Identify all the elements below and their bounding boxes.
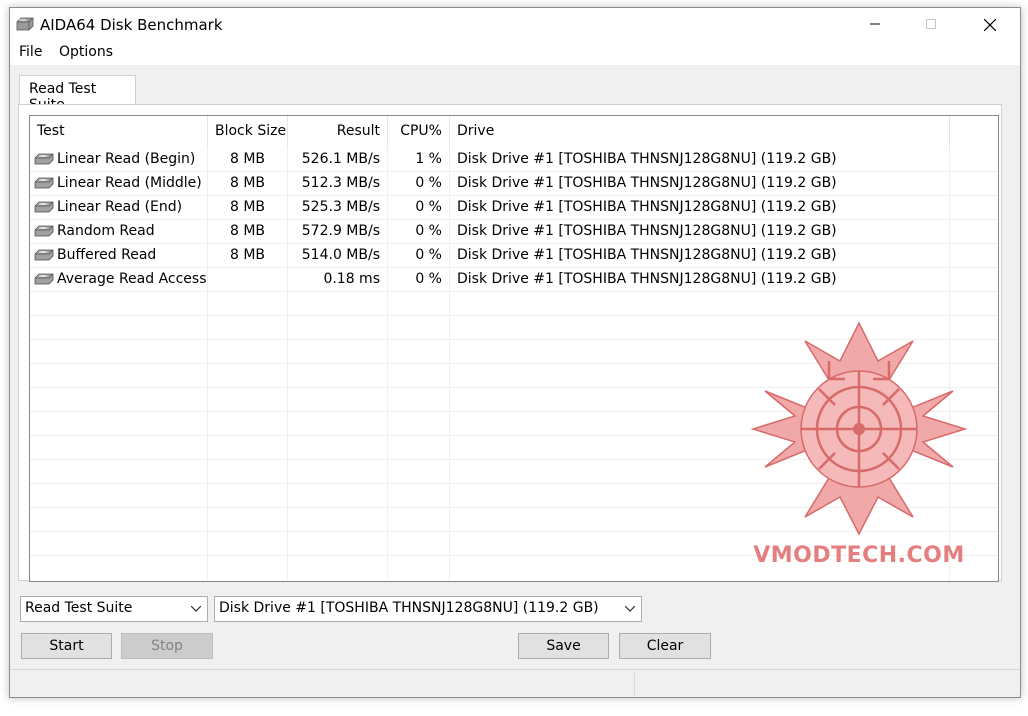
row-gridline [30, 555, 998, 556]
row-gridline [30, 315, 998, 316]
window-title: AIDA64 Disk Benchmark [40, 16, 223, 34]
row-gridline [30, 387, 998, 388]
maximize-button[interactable] [908, 8, 954, 41]
cpu-cell: 0 % [415, 271, 442, 287]
column-header-cpu[interactable]: CPU% [388, 116, 449, 147]
menu-bar: File Options [10, 41, 1020, 65]
close-icon [984, 19, 996, 31]
test-cell: Linear Read (Middle) [30, 171, 207, 195]
test-cell: Linear Read (Begin) [30, 147, 207, 171]
cpu-cell: 0 % [415, 199, 442, 215]
hard-disk-icon [34, 273, 54, 285]
test-cell: Average Read Access [30, 267, 207, 291]
results-list[interactable]: Test Block Size Result CPU% Drive Linear… [29, 115, 999, 582]
block-size-cell: 8 MB [229, 223, 266, 239]
block-size-cell: 8 MB [229, 175, 266, 191]
row-gridline [30, 411, 998, 412]
save-button[interactable]: Save [518, 633, 609, 659]
column-gridline [949, 116, 950, 581]
minimize-icon [870, 23, 880, 25]
block-size-cell: 8 MB [229, 247, 266, 263]
drive-cell: Disk Drive #1 [TOSHIBA THNSNJ128G8NU] (1… [457, 151, 837, 167]
row-gridline [30, 459, 998, 460]
status-bar [10, 669, 1020, 697]
drive-select[interactable]: Disk Drive #1 [TOSHIBA THNSNJ128G8NU] (1… [214, 596, 642, 622]
result-cell: 572.9 MB/s [301, 223, 380, 239]
cpu-cell: 0 % [415, 223, 442, 239]
result-cell: 526.1 MB/s [301, 151, 380, 167]
close-button[interactable] [966, 8, 1012, 41]
drive-cell: Disk Drive #1 [TOSHIBA THNSNJ128G8NU] (1… [457, 271, 837, 287]
test-suite-select[interactable]: Read Test Suite [20, 596, 208, 622]
test-cell: Linear Read (End) [30, 195, 207, 219]
row-gridline [30, 531, 998, 532]
stop-button[interactable]: Stop [121, 633, 213, 659]
test-suite-select-value: Read Test Suite [25, 600, 133, 616]
minimize-button[interactable] [852, 8, 898, 41]
drive-cell: Disk Drive #1 [TOSHIBA THNSNJ128G8NU] (1… [457, 175, 837, 191]
hard-disk-icon [34, 201, 54, 213]
cpu-cell: 0 % [415, 175, 442, 191]
row-gridline [30, 291, 998, 292]
test-cell: Random Read [30, 219, 207, 243]
hard-disk-icon [16, 17, 34, 31]
block-size-cell: 8 MB [229, 151, 266, 167]
result-cell: 0.18 ms [323, 271, 380, 287]
clear-button[interactable]: Clear [619, 633, 711, 659]
row-gridline [30, 507, 998, 508]
drive-cell: Disk Drive #1 [TOSHIBA THNSNJ128G8NU] (1… [457, 223, 837, 239]
menu-file[interactable]: File [19, 44, 42, 60]
cpu-cell: 1 % [415, 151, 442, 167]
results-panel: Test Block Size Result CPU% Drive Linear… [18, 104, 1002, 582]
chevron-down-icon [191, 606, 201, 612]
start-button[interactable]: Start [21, 633, 112, 659]
block-size-cell: 8 MB [229, 199, 266, 215]
drive-select-value: Disk Drive #1 [TOSHIBA THNSNJ128G8NU] (1… [219, 600, 599, 616]
cpu-cell: 0 % [415, 247, 442, 263]
drive-cell: Disk Drive #1 [TOSHIBA THNSNJ128G8NU] (1… [457, 247, 837, 263]
row-gridline [30, 435, 998, 436]
tab-read-test-suite[interactable]: Read Test Suite [19, 75, 136, 113]
result-cell: 514.0 MB/s [301, 247, 380, 263]
drive-cell: Disk Drive #1 [TOSHIBA THNSNJ128G8NU] (1… [457, 199, 837, 215]
column-header-test[interactable]: Test [30, 116, 207, 147]
row-gridline [30, 363, 998, 364]
title-bar[interactable]: AIDA64 Disk Benchmark [10, 8, 1020, 41]
menu-options[interactable]: Options [59, 44, 113, 60]
benchmark-window: AIDA64 Disk Benchmark File Options Read … [9, 7, 1021, 698]
column-header-block-size[interactable]: Block Size [208, 116, 287, 147]
status-separator [634, 672, 635, 696]
block-size-cell [208, 267, 287, 291]
test-cell: Buffered Read [30, 243, 207, 267]
row-gridline [30, 339, 998, 340]
list-header: Test Block Size Result CPU% Drive [30, 116, 998, 147]
column-header-drive[interactable]: Drive [450, 116, 949, 147]
maximize-icon [926, 19, 936, 29]
hard-disk-icon [34, 153, 54, 165]
row-gridline [30, 483, 998, 484]
chevron-down-icon [625, 606, 635, 612]
hard-disk-icon [34, 225, 54, 237]
hard-disk-icon [34, 249, 54, 261]
column-header-result[interactable]: Result [288, 116, 387, 147]
result-cell: 512.3 MB/s [301, 175, 380, 191]
hard-disk-icon [34, 177, 54, 189]
result-cell: 525.3 MB/s [301, 199, 380, 215]
column-separator[interactable] [949, 116, 950, 147]
